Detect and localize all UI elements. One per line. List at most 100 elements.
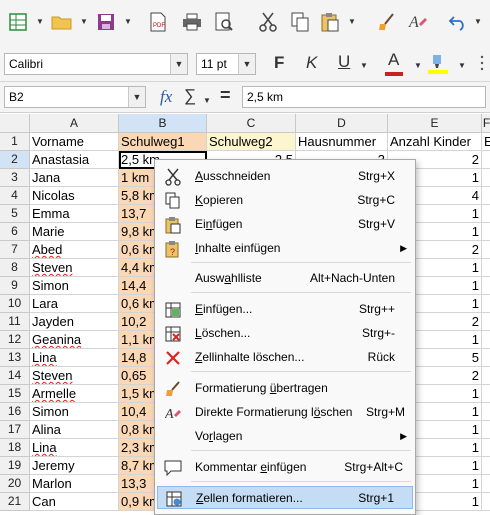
paste-icon[interactable] — [318, 10, 342, 34]
extra-cell[interactable] — [482, 439, 490, 457]
name-cell[interactable]: Steven — [30, 259, 119, 277]
print-preview-icon[interactable] — [212, 10, 236, 34]
extra-cell[interactable] — [482, 349, 490, 367]
extra-cell[interactable] — [482, 295, 490, 313]
column-header-f[interactable]: F — [482, 114, 490, 133]
column-header-d[interactable]: D — [296, 114, 388, 133]
clear-formatting-icon[interactable]: A — [406, 10, 430, 34]
row-header[interactable]: 1 — [0, 133, 30, 151]
header-cell[interactable]: Anzahl Kinder — [388, 133, 482, 151]
column-header-a[interactable]: A — [30, 114, 119, 133]
extra-cell[interactable] — [482, 169, 490, 187]
underline-button[interactable]: U — [338, 52, 350, 72]
row-header[interactable]: 4 — [0, 187, 30, 205]
name-cell[interactable]: Lina — [30, 349, 119, 367]
name-cell[interactable]: Marie — [30, 223, 119, 241]
row-header[interactable]: 17 — [0, 421, 30, 439]
save-dropdown-arrow[interactable]: ▼ — [124, 18, 132, 26]
undo-icon[interactable] — [446, 10, 470, 34]
name-cell[interactable]: Lina — [30, 439, 119, 457]
font-name-dropdown-icon[interactable]: ▼ — [170, 54, 187, 74]
name-cell[interactable]: Simon — [30, 403, 119, 421]
header-cell[interactable]: Schulweg1 — [119, 133, 207, 151]
print-icon[interactable] — [180, 10, 204, 34]
select-all-corner[interactable] — [0, 114, 30, 133]
row-header[interactable]: 16 — [0, 403, 30, 421]
name-box-dropdown-icon[interactable]: ▼ — [128, 87, 145, 107]
menu-item-insert-cells[interactable]: Einfügen... Strg++ — [157, 298, 413, 321]
menu-item-paste[interactable]: Einfügen Strg+V — [157, 213, 413, 236]
extra-cell[interactable] — [482, 385, 490, 403]
extra-cell[interactable] — [482, 475, 490, 493]
name-cell[interactable]: Steven — [30, 367, 119, 385]
row-header[interactable]: 14 — [0, 367, 30, 385]
row-header[interactable]: 10 — [0, 295, 30, 313]
overflow-toolbar-icon[interactable] — [480, 53, 484, 73]
extra-cell[interactable] — [482, 457, 490, 475]
row-header[interactable]: 2 — [0, 151, 30, 169]
name-cell[interactable]: Alina — [30, 421, 119, 439]
row-header[interactable]: 19 — [0, 457, 30, 475]
font-name-box[interactable]: Calibri ▼ — [4, 53, 188, 75]
name-cell[interactable]: Jeremy — [30, 457, 119, 475]
menu-item-format-cells[interactable]: Zellen formatieren... Strg+1 — [157, 486, 413, 509]
name-cell[interactable]: Jana — [30, 169, 119, 187]
header-cell[interactable]: Vorname — [30, 133, 119, 151]
name-cell[interactable]: Armelle — [30, 385, 119, 403]
extra-cell[interactable] — [482, 259, 490, 277]
row-header[interactable]: 7 — [0, 241, 30, 259]
row-header[interactable]: 13 — [0, 349, 30, 367]
menu-item-insert-comment[interactable]: Kommentar einfügen Strg+Alt+C — [157, 456, 413, 479]
extra-cell[interactable] — [482, 367, 490, 385]
menu-item-delete-cells[interactable]: Löschen... Strg+- — [157, 322, 413, 345]
name-cell[interactable]: Jayden — [30, 313, 119, 331]
sum-icon[interactable]: ∑ — [184, 86, 196, 106]
open-folder-icon[interactable] — [50, 10, 74, 34]
row-header[interactable]: 18 — [0, 439, 30, 457]
extra-cell[interactable] — [482, 223, 490, 241]
menu-item-styles[interactable]: Vorlagen ▶ — [157, 425, 413, 448]
row-header[interactable]: 11 — [0, 313, 30, 331]
column-header-b[interactable]: B — [119, 114, 207, 133]
underline-dropdown-arrow[interactable]: ▼ — [360, 62, 368, 70]
new-dropdown-arrow[interactable]: ▼ — [36, 18, 44, 26]
extra-cell[interactable] — [482, 241, 490, 259]
bold-button[interactable]: F — [274, 53, 284, 73]
copy-icon[interactable] — [288, 10, 312, 34]
menu-item-paste-special[interactable]: ? Inhalte einfügen ▶ — [157, 237, 413, 260]
row-header[interactable]: 5 — [0, 205, 30, 223]
column-header-c[interactable]: C — [207, 114, 296, 133]
name-cell[interactable]: Can — [30, 493, 119, 511]
row-header[interactable]: 12 — [0, 331, 30, 349]
font-color-button[interactable]: A — [385, 50, 403, 76]
row-header[interactable]: 6 — [0, 223, 30, 241]
row-header[interactable]: 8 — [0, 259, 30, 277]
extra-cell[interactable] — [482, 151, 490, 169]
extra-cell[interactable] — [482, 403, 490, 421]
extra-cell[interactable] — [482, 331, 490, 349]
paste-dropdown-arrow[interactable]: ▼ — [348, 18, 356, 26]
extra-cell[interactable] — [482, 187, 490, 205]
column-header-e[interactable]: E — [388, 114, 482, 133]
menu-item-copy[interactable]: Kopieren Strg+C — [157, 189, 413, 212]
extra-cell[interactable] — [482, 493, 490, 511]
menu-item-cut[interactable]: Ausschneiden Strg+X — [157, 165, 413, 188]
header-cell[interactable]: Er — [482, 133, 490, 151]
export-pdf-icon[interactable]: PDF — [146, 10, 170, 34]
extra-cell[interactable] — [482, 277, 490, 295]
highlight-dropdown-arrow[interactable]: ▼ — [458, 62, 466, 70]
clone-formatting-icon[interactable] — [374, 10, 398, 34]
italic-button[interactable]: K — [306, 53, 317, 73]
menu-item-clear-contents[interactable]: Zellinhalte löschen... Rück — [157, 346, 413, 369]
name-cell[interactable]: Lara — [30, 295, 119, 313]
new-spreadsheet-icon[interactable] — [6, 10, 30, 34]
extra-cell[interactable] — [482, 313, 490, 331]
font-size-box[interactable]: 11 pt ▼ — [196, 53, 256, 75]
menu-item-selection-list[interactable]: Auswahlliste Alt+Nach-Unten — [157, 267, 413, 290]
row-header[interactable]: 15 — [0, 385, 30, 403]
highlight-icon[interactable] — [426, 51, 450, 75]
undo-dropdown-arrow[interactable]: ▼ — [474, 18, 482, 26]
name-cell[interactable]: Geanina — [30, 331, 119, 349]
name-cell[interactable]: Anastasia — [30, 151, 119, 169]
name-cell[interactable]: Marlon — [30, 475, 119, 493]
